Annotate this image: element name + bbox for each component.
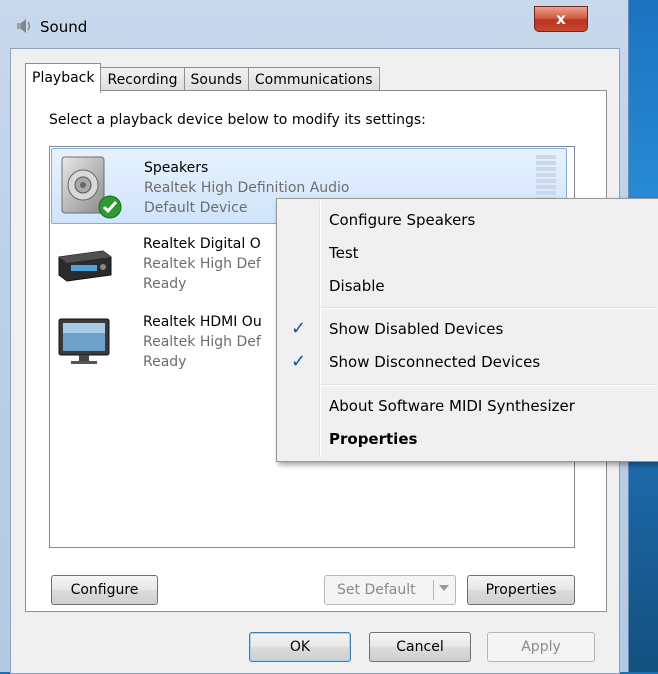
context-menu: Configure Speakers Test Disable ✓ Show D…	[276, 198, 658, 462]
tab-recording[interactable]: Recording	[100, 67, 185, 92]
menu-separator	[321, 384, 657, 386]
apply-button[interactable]: Apply	[487, 632, 595, 662]
menu-item-label: Properties	[329, 430, 418, 448]
device-driver: Realtek High Definition Audio	[144, 180, 350, 196]
device-driver: Realtek High Def	[143, 256, 261, 272]
menu-item-disable[interactable]: Disable	[279, 271, 655, 301]
menu-item-show-disconnected-devices[interactable]: ✓ Show Disconnected Devices	[279, 347, 655, 377]
set-default-button[interactable]: Set Default	[324, 575, 456, 605]
menu-item-test[interactable]: Test	[279, 238, 655, 268]
device-status: Ready	[143, 276, 187, 292]
properties-button[interactable]: Properties	[467, 575, 575, 605]
tab-strip: Playback Recording Sounds Communications	[25, 63, 380, 93]
tab-communications[interactable]: Communications	[247, 67, 380, 92]
device-text: Realtek Digital O Realtek High Def Ready	[143, 234, 261, 294]
tab-sounds[interactable]: Sounds	[183, 67, 249, 92]
checkmark-icon: ✓	[291, 351, 307, 372]
menu-item-label: About Software MIDI Synthesizer	[329, 397, 575, 415]
checkmark-icon: ✓	[291, 318, 307, 339]
green-check-icon	[98, 195, 122, 219]
close-button[interactable]: x	[534, 6, 588, 32]
title-bar[interactable]: Sound x	[0, 0, 628, 48]
menu-item-configure-speakers[interactable]: Configure Speakers	[279, 205, 655, 235]
speaker-icon	[17, 19, 31, 33]
split-separator	[433, 580, 434, 600]
instruction-text: Select a playback device below to modify…	[49, 112, 426, 128]
menu-item-label: Disable	[329, 277, 385, 295]
ok-button[interactable]: OK	[249, 632, 351, 662]
menu-item-about-midi-synthesizer[interactable]: About Software MIDI Synthesizer	[279, 391, 655, 421]
tab-playback[interactable]: Playback	[25, 63, 102, 93]
device-status: Ready	[143, 354, 187, 370]
chevron-down-icon[interactable]	[439, 585, 449, 591]
hdmi-monitor-icon	[58, 318, 110, 364]
menu-item-label: Configure Speakers	[329, 211, 476, 229]
window-title: Sound	[40, 18, 88, 36]
digital-receiver-icon	[58, 250, 112, 282]
set-default-label: Set Default	[337, 582, 416, 598]
device-name: Realtek Digital O	[143, 236, 261, 252]
close-icon: x	[556, 10, 566, 28]
menu-item-label: Show Disabled Devices	[329, 320, 504, 338]
menu-item-properties[interactable]: Properties	[279, 424, 655, 454]
device-name: Realtek HDMI Ou	[143, 314, 262, 330]
device-name: Speakers	[144, 160, 209, 176]
device-text: Realtek HDMI Ou Realtek High Def Ready	[143, 312, 262, 372]
device-driver: Realtek High Def	[143, 334, 261, 350]
cancel-button[interactable]: Cancel	[369, 632, 471, 662]
configure-button[interactable]: Configure	[51, 575, 158, 605]
menu-item-show-disabled-devices[interactable]: ✓ Show Disabled Devices	[279, 314, 655, 344]
menu-item-label: Test	[329, 244, 359, 262]
menu-separator	[321, 307, 657, 309]
menu-item-label: Show Disconnected Devices	[329, 353, 541, 371]
